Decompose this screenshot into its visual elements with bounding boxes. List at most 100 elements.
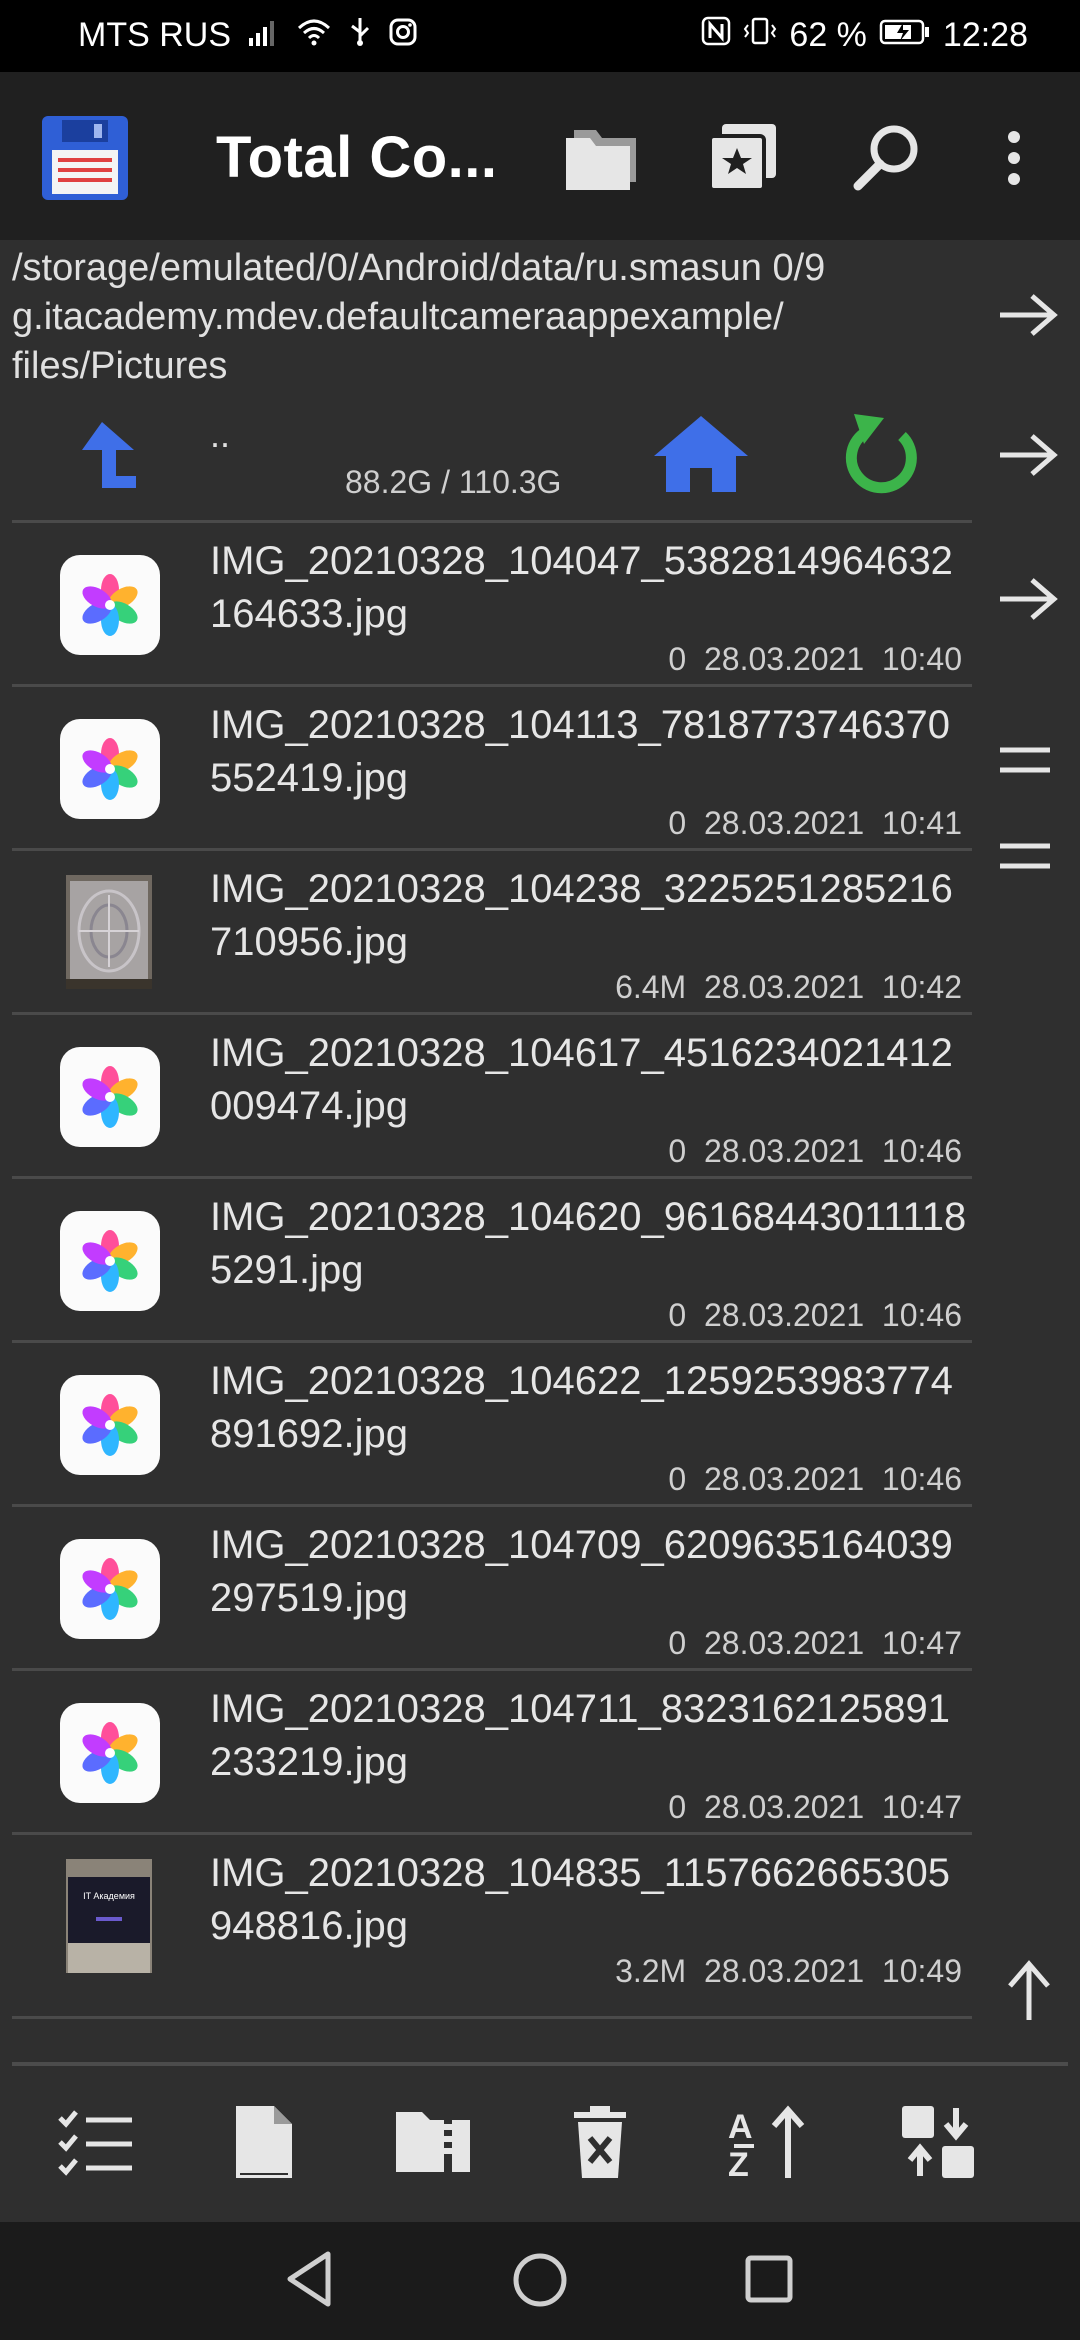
file-name: IMG_20210328_104622_1259253983774891692.… (210, 1359, 953, 1456)
select-list-icon[interactable] (58, 2106, 134, 2181)
file-meta: 0 28.03.2021 10:46 (668, 1297, 962, 1334)
file-time: 10:42 (881, 969, 962, 1005)
file-size: 0 (668, 641, 687, 677)
clock: 12:28 (942, 16, 1028, 54)
image-thumbnail (66, 875, 152, 989)
home-icon[interactable] (652, 414, 750, 499)
file-date: 28.03.2021 (703, 1789, 865, 1825)
file-meta: 0 28.03.2021 10:46 (668, 1133, 962, 1170)
file-name: IMG_20210328_104617_4516234021412009474.… (210, 1031, 953, 1128)
file-row[interactable]: IMG_20210328_104047_5382814964632164633.… (12, 520, 972, 684)
file-time: 10:49 (881, 1953, 962, 1989)
file-meta: 0 28.03.2021 10:41 (668, 805, 962, 842)
file-time: 10:47 (881, 1789, 962, 1825)
path-line-2: g.itacademy.mdev.defaultcameraappexample… (12, 296, 784, 338)
signal-icon (249, 16, 279, 55)
file-name: IMG_20210328_104047_5382814964632164633.… (210, 539, 953, 636)
battery-icon (879, 16, 931, 55)
file-time: 10:46 (881, 1297, 962, 1333)
file-name: IMG_20210328_104113_7818773746370552419.… (210, 703, 950, 800)
battery-percent: 62 % (789, 16, 867, 54)
path-line-1: /storage/emulated/0/Android/data/ru.smas… (12, 247, 826, 289)
file-row[interactable]: IMG_20210328_104113_7818773746370552419.… (12, 684, 972, 848)
arrow-right-icon[interactable] (996, 574, 1060, 629)
wifi-icon (297, 16, 331, 55)
status-bar: MTS RUS 62 % 12:28 (0, 0, 1080, 72)
folders-icon[interactable] (562, 124, 640, 199)
file-row[interactable]: IMG_20210328_104238_3225251285216710956.… (12, 848, 972, 1012)
file-name: IMG_20210328_104711_8323162125891233219.… (210, 1687, 950, 1784)
file-row[interactable]: IMG_20210328_104711_8323162125891233219.… (12, 1668, 972, 1832)
usb-icon (349, 16, 371, 55)
nfc-icon (701, 16, 731, 55)
file-date: 28.03.2021 (703, 805, 865, 841)
current-path[interactable]: /storage/emulated/0/Android/data/ru.smas… (12, 244, 972, 391)
file-name: IMG_20210328_104709_6209635164039297519.… (210, 1523, 953, 1620)
file-size: 3.2M (615, 1953, 687, 1989)
arrow-right-icon[interactable] (996, 430, 1060, 485)
file-time: 10:47 (881, 1625, 962, 1661)
system-nav-bar (0, 2222, 1080, 2340)
file-list: IMG_20210328_104047_5382814964632164633.… (12, 520, 972, 1996)
new-file-icon[interactable] (234, 2104, 294, 2185)
file-meta: 6.4M 28.03.2021 10:42 (615, 969, 962, 1006)
gallery-app-icon (60, 1047, 160, 1147)
vibrate-icon (743, 16, 777, 55)
zip-folder-icon[interactable] (394, 2106, 472, 2181)
floppy-disk-icon[interactable] (42, 116, 128, 205)
file-name: IMG_20210328_104620_961684430111185291.j… (210, 1195, 967, 1292)
gallery-app-icon (60, 719, 160, 819)
refresh-icon[interactable] (840, 410, 922, 503)
file-time: 10:46 (881, 1133, 962, 1169)
file-date: 28.03.2021 (703, 1625, 865, 1661)
file-time: 10:46 (881, 1461, 962, 1497)
file-size: 0 (668, 1625, 687, 1661)
gallery-app-icon (60, 1703, 160, 1803)
image-thumbnail: IT Академия (66, 1859, 152, 1973)
file-meta: 0 28.03.2021 10:46 (668, 1461, 962, 1498)
gallery-app-icon (60, 1211, 160, 1311)
menu-lines-icon[interactable] (996, 836, 1054, 881)
gallery-app-icon (60, 1375, 160, 1475)
file-row[interactable]: IMG_20210328_104617_4516234021412009474.… (12, 1012, 972, 1176)
file-size: 0 (668, 805, 687, 841)
svg-text:Z: Z (728, 2146, 749, 2180)
back-icon[interactable] (284, 2250, 334, 2313)
up-directory-icon[interactable] (72, 420, 138, 495)
arrow-right-icon[interactable] (996, 290, 1060, 345)
path-line-3: files/Pictures (12, 345, 228, 387)
file-size: 6.4M (615, 969, 687, 1005)
search-icon[interactable] (852, 122, 922, 197)
arrow-up-icon[interactable] (1004, 1960, 1054, 2029)
more-vert-icon[interactable] (1004, 130, 1024, 191)
file-meta: 0 28.03.2021 10:47 (668, 1789, 962, 1826)
file-meta: 0 28.03.2021 10:47 (668, 1625, 962, 1662)
file-time: 10:40 (881, 641, 962, 677)
bookmarks-icon[interactable] (708, 122, 778, 197)
app-bar: Total Co... (0, 72, 1080, 240)
file-date: 28.03.2021 (703, 641, 865, 677)
swap-panels-icon[interactable] (900, 2104, 976, 2185)
file-date: 28.03.2021 (703, 1297, 865, 1333)
parent-directory-row[interactable]: .. 88.2G / 110.3G (0, 410, 980, 520)
svg-text:A: A (728, 2108, 753, 2146)
delete-icon[interactable] (572, 2104, 628, 2185)
file-row[interactable]: IMG_20210328_104709_6209635164039297519.… (12, 1504, 972, 1668)
file-row[interactable]: IMG_20210328_104620_961684430111185291.j… (12, 1176, 972, 1340)
recents-icon[interactable] (744, 2254, 794, 2309)
list-divider (12, 2016, 972, 2019)
file-row[interactable]: IT Академия IMG_20210328_104835_11576626… (12, 1832, 972, 1996)
menu-lines-icon[interactable] (996, 740, 1054, 785)
file-meta: 0 28.03.2021 10:40 (668, 641, 962, 678)
sort-az-icon[interactable]: A Z (726, 2104, 810, 2185)
file-size: 0 (668, 1297, 687, 1333)
file-date: 28.03.2021 (703, 1133, 865, 1169)
instagram-icon (389, 16, 417, 55)
file-size: 0 (668, 1461, 687, 1497)
app-title: Total Co... (216, 125, 498, 190)
file-row[interactable]: IMG_20210328_104622_1259253983774891692.… (12, 1340, 972, 1504)
home-button-icon[interactable] (512, 2252, 568, 2313)
file-size: 0 (668, 1789, 687, 1825)
file-name: IMG_20210328_104835_1157662665305948816.… (210, 1851, 950, 1948)
svg-text:IT Академия: IT Академия (83, 1891, 135, 1901)
